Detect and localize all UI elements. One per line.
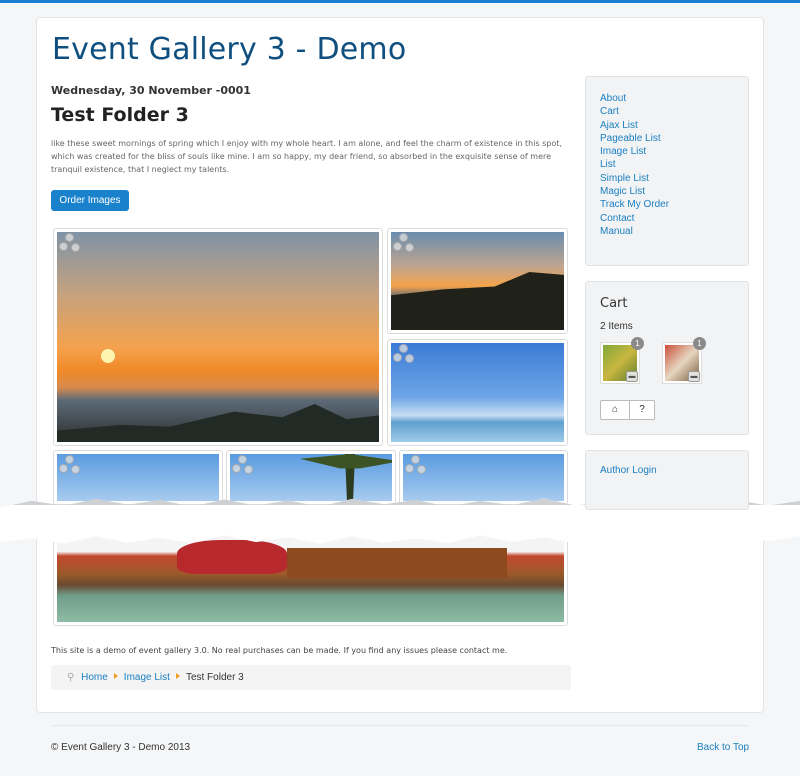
menu-item-track-my-order[interactable]: Track My Order bbox=[600, 198, 748, 211]
cart-item[interactable]: 1 ▬ bbox=[662, 337, 706, 384]
gallery-photo bbox=[57, 232, 379, 442]
trash-icon[interactable]: ▬ bbox=[626, 371, 638, 382]
gallery-image-beach-sky[interactable] bbox=[53, 450, 223, 505]
menu-item-list[interactable]: List bbox=[600, 158, 748, 171]
share-icon[interactable] bbox=[393, 344, 415, 364]
folder-title: Test Folder 3 bbox=[51, 104, 189, 126]
top-accent-bar bbox=[0, 0, 800, 3]
sidebar-menu-panel: About Cart Ajax List Pageable List Image… bbox=[585, 76, 749, 266]
cart-item-quantity: 1 bbox=[631, 337, 644, 350]
gallery-photo bbox=[57, 454, 219, 501]
copyright: © Event Gallery 3 - Demo 2013 bbox=[51, 742, 191, 753]
menu-item-pageable-list[interactable]: Pageable List bbox=[600, 132, 748, 145]
breadcrumb-arrow-icon bbox=[175, 673, 180, 679]
cart-item[interactable]: 1 ▬ bbox=[600, 337, 644, 384]
site-title[interactable]: Event Gallery 3 - Demo bbox=[52, 32, 406, 67]
cart-item-count: 2 Items bbox=[600, 321, 633, 332]
menu-item-manual[interactable]: Manual bbox=[600, 225, 748, 238]
location-pin-icon: ⚲ bbox=[67, 672, 75, 683]
cart-panel: Cart 2 Items 1 ▬ 1 ▬ ⌂ ? bbox=[585, 281, 749, 435]
menu-item-about[interactable]: About bbox=[600, 92, 748, 105]
share-icon[interactable] bbox=[59, 233, 81, 253]
share-icon[interactable] bbox=[59, 455, 81, 475]
breadcrumb: ⚲ Home Image List Test Folder 3 bbox=[51, 665, 571, 690]
breadcrumb-home[interactable]: Home bbox=[81, 672, 108, 683]
breadcrumb-current: Test Folder 3 bbox=[185, 672, 244, 683]
menu-item-ajax-list[interactable]: Ajax List bbox=[600, 119, 748, 132]
gallery-photo bbox=[391, 343, 564, 442]
gallery-image-palm-tree[interactable] bbox=[226, 450, 396, 505]
share-icon[interactable] bbox=[405, 455, 427, 475]
order-images-button[interactable]: Order Images bbox=[51, 190, 129, 211]
share-icon[interactable] bbox=[232, 455, 254, 475]
gallery-image-sunset-coast[interactable] bbox=[387, 228, 568, 334]
basket-icon[interactable]: ⌂ bbox=[600, 400, 630, 420]
folder-date: Wednesday, 30 November -0001 bbox=[51, 84, 251, 97]
breadcrumb-image-list[interactable]: Image List bbox=[124, 672, 170, 683]
breadcrumb-arrow-icon bbox=[113, 673, 118, 679]
cart-title: Cart bbox=[600, 296, 628, 311]
author-login-link[interactable]: Author Login bbox=[600, 465, 657, 476]
cart-item-quantity: 1 bbox=[693, 337, 706, 350]
menu-item-magic-list[interactable]: Magic List bbox=[600, 185, 748, 198]
menu-item-cart[interactable]: Cart bbox=[600, 105, 748, 118]
gallery-photo bbox=[57, 534, 564, 622]
back-to-top-link[interactable]: Back to Top bbox=[697, 742, 749, 753]
menu-item-contact[interactable]: Contact bbox=[600, 212, 748, 225]
cart-actions: ⌂ ? bbox=[600, 400, 655, 420]
trash-icon[interactable]: ▬ bbox=[688, 371, 700, 382]
demo-notice: This site is a demo of event gallery 3.0… bbox=[51, 646, 508, 655]
menu-item-image-list[interactable]: Image List bbox=[600, 145, 748, 158]
gallery-image-sky[interactable] bbox=[399, 450, 568, 505]
gallery-photo bbox=[403, 454, 564, 501]
footer-divider bbox=[51, 725, 749, 726]
share-icon[interactable] bbox=[393, 233, 415, 253]
gallery-photo bbox=[391, 232, 564, 330]
menu-item-simple-list[interactable]: Simple List bbox=[600, 172, 748, 185]
sidebar-menu: About Cart Ajax List Pageable List Image… bbox=[586, 77, 748, 238]
gallery-image-boats-harbor[interactable] bbox=[53, 530, 568, 626]
folder-description: like these sweet mornings of spring whic… bbox=[51, 139, 563, 174]
gallery-image-sunset-sea[interactable] bbox=[53, 228, 383, 446]
cart-help-button[interactable]: ? bbox=[630, 400, 655, 420]
gallery-photo bbox=[230, 454, 392, 501]
login-panel: Author Login bbox=[585, 450, 749, 510]
gallery-image-beach[interactable] bbox=[387, 339, 568, 446]
